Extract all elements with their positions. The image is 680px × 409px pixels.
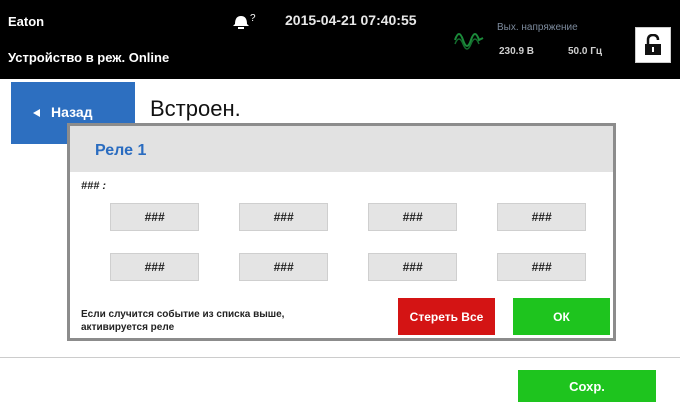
event-list-label: ### :	[81, 180, 107, 192]
back-button-label: Назад	[51, 104, 93, 120]
alarm-bell-icon[interactable]: ?	[232, 12, 260, 30]
page-title: Встроен.	[150, 96, 241, 121]
relay-event-button[interactable]: ###	[497, 253, 586, 281]
relay-event-button[interactable]: ###	[239, 203, 328, 231]
relay-event-button[interactable]: ###	[110, 203, 199, 231]
footer-divider	[0, 357, 680, 358]
relay-event-button[interactable]: ###	[239, 253, 328, 281]
dialog-title: Реле 1	[95, 142, 147, 159]
clock-datetime: 2015-04-21 07:40:55	[285, 12, 417, 28]
relay-event-button[interactable]: ###	[110, 253, 199, 281]
relay-note-line: Если случится событие из списка выше,	[81, 309, 285, 320]
lock-button[interactable]	[635, 27, 671, 63]
relay-event-button[interactable]: ###	[368, 253, 457, 281]
dialog-header: Реле 1	[70, 126, 613, 172]
unlocked-padlock-icon	[645, 34, 661, 55]
output-voltage-value: 230.9 В	[499, 46, 535, 57]
output-frequency-value: 50.0 Гц	[568, 46, 603, 57]
svg-text:?: ?	[250, 13, 256, 24]
ok-button[interactable]: ОК	[513, 298, 610, 335]
output-voltage-label: Вых. напряжение	[497, 22, 578, 33]
relay-event-button[interactable]: ###	[497, 203, 586, 231]
device-mode-status: Устройство в реж. Online	[8, 50, 170, 65]
clear-all-button[interactable]: Стереть Все	[398, 298, 495, 335]
status-header: Eaton Устройство в реж. Online ? 2015-04…	[0, 0, 680, 79]
relay-note-line: активируется реле	[81, 322, 175, 333]
brand-name: Eaton	[8, 14, 45, 29]
relay-event-button[interactable]: ###	[368, 203, 457, 231]
save-button[interactable]: Сохр.	[518, 370, 656, 402]
relay-note: Если случится событие из списка выше, ак…	[81, 308, 361, 334]
sine-wave-icon	[454, 33, 484, 50]
back-arrow-icon	[33, 109, 40, 117]
relay-dialog: Реле 1 ### : ### ### ### ### ### ### ###…	[67, 123, 616, 341]
